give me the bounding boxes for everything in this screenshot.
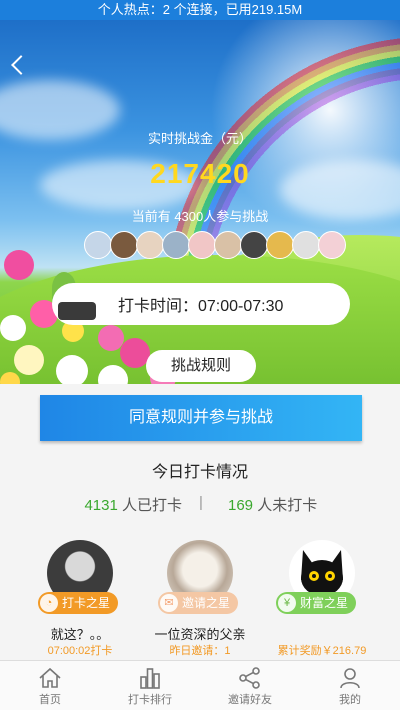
star-user-detail: 07:00:02打卡 xyxy=(47,645,113,657)
challenge-gold-label: 实时挑战金（元） xyxy=(147,131,252,146)
checkin-star-badge: ◔ 打卡之星 xyxy=(38,592,119,614)
invite-icon: ✉ xyxy=(160,594,178,612)
star-users: ◔ 打卡之星 就这？。。 07:00:02打卡 ✉ 邀请之星 一位资深的父亲 昨… xyxy=(0,540,400,657)
today-checkin-title: 今日打卡情况 xyxy=(151,464,248,481)
not-checked-in-count: 169 xyxy=(228,497,254,514)
participant-avatar xyxy=(110,231,138,259)
wealth-star-badge: ¥ 财富之星 xyxy=(276,592,357,614)
participants-count-text: 当前有 4300人参与挑战 xyxy=(131,209,269,224)
not-checked-in-stat: 169 人未打卡 xyxy=(228,494,317,515)
participant-avatar xyxy=(162,231,190,259)
bottom-tab-bar: 首页 打卡排行 邀请好友 我的 xyxy=(0,660,400,710)
checkin-time-pill: 打卡时间：07:00-07:30 xyxy=(52,283,350,325)
challenge-gold-amount: 217420 xyxy=(150,158,250,189)
badge-label: 打卡之星 xyxy=(62,596,111,610)
star-user-name: 一位资深的父亲 xyxy=(154,627,246,642)
user-icon xyxy=(340,668,360,689)
participant-avatar xyxy=(188,231,216,259)
star-user-detail: 昨日邀请：1 xyxy=(169,645,231,657)
stats-separator: | xyxy=(199,494,203,511)
join-challenge-button[interactable]: 同意规则并参与挑战 xyxy=(40,395,362,441)
tab-ranking[interactable]: 打卡排行 xyxy=(100,661,200,710)
share-icon xyxy=(239,667,260,689)
not-checked-in-label: 人未打卡 xyxy=(253,497,318,514)
participant-avatar xyxy=(84,231,112,259)
checkin-time-text: 打卡时间：07:00-07:30 xyxy=(118,298,284,315)
hotspot-status-text: 个人热点：2 个连接，已用219.15M xyxy=(97,2,303,17)
system-status-bar: 个人热点：2 个连接，已用219.15M xyxy=(0,0,400,20)
tab-invite[interactable]: 邀请好友 xyxy=(200,661,300,710)
yen-icon: ¥ xyxy=(278,594,296,612)
flower xyxy=(4,250,34,280)
checked-in-label: 人已打卡 xyxy=(117,497,182,514)
hero-banner: 实时挑战金（元） 217420 当前有 4300人参与挑战 打卡时间：07:00… xyxy=(0,20,400,384)
tab-label: 首页 xyxy=(39,694,61,706)
participant-avatar xyxy=(292,231,320,259)
tab-label: 打卡排行 xyxy=(128,694,172,706)
back-chevron-icon[interactable] xyxy=(11,55,31,75)
home-icon xyxy=(39,667,61,688)
checked-in-count: 4131 xyxy=(84,497,118,514)
participant-avatar xyxy=(214,231,242,259)
participant-avatar xyxy=(318,231,346,259)
tab-label: 我的 xyxy=(339,694,361,706)
badge-label: 邀请之星 xyxy=(182,596,231,610)
badge-label: 财富之星 xyxy=(300,596,349,610)
star-user-detail: 累计奖励￥216.79 xyxy=(277,645,367,657)
participant-avatar xyxy=(136,231,164,259)
plant-pot xyxy=(58,302,96,320)
tab-home[interactable]: 首页 xyxy=(0,661,100,710)
checkin-stats: 4131 人已打卡 | 169 人未打卡 xyxy=(0,494,400,516)
flower xyxy=(0,315,26,341)
participant-avatar xyxy=(240,231,268,259)
checked-in-stat: 4131 人已打卡 xyxy=(84,494,182,515)
participant-avatar xyxy=(266,231,294,259)
tab-mine[interactable]: 我的 xyxy=(300,661,400,710)
tab-label: 邀请好友 xyxy=(228,694,272,706)
challenge-rules-button[interactable]: 挑战规则 xyxy=(146,350,256,382)
participant-avatar-row xyxy=(84,231,346,261)
ranking-icon xyxy=(140,668,160,689)
flower xyxy=(14,345,44,375)
clock-icon: ◔ xyxy=(40,594,58,612)
invite-star-badge: ✉ 邀请之星 xyxy=(158,592,239,614)
flower xyxy=(56,355,88,384)
star-user-name: 就这？。。 xyxy=(50,627,110,642)
